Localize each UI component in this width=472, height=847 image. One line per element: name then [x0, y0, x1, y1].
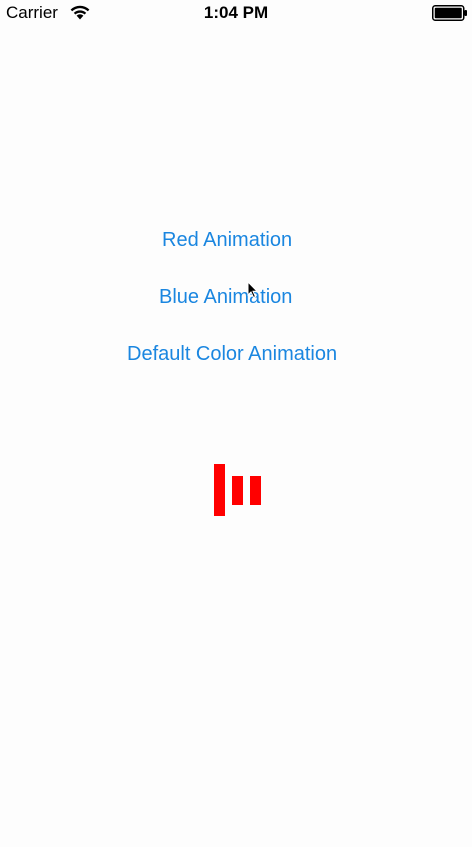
loader-bar: [232, 476, 243, 505]
blue-animation-button[interactable]: Blue Animation: [159, 285, 292, 309]
status-time: 1:04 PM: [203, 3, 269, 22]
battery-full-icon: [432, 5, 467, 21]
loader-bar: [250, 476, 261, 505]
mouse-cursor-icon: [247, 281, 259, 299]
bar-loading-indicator: [210, 460, 266, 520]
default-color-animation-button[interactable]: Default Color Animation: [127, 342, 337, 366]
status-bar: Carrier 1:04 PM: [0, 0, 472, 28]
loader-bar: [214, 464, 225, 516]
app-screen: Carrier 1:04 PM Red Animation Blue Anima…: [0, 0, 472, 847]
red-animation-button[interactable]: Red Animation: [162, 228, 292, 252]
